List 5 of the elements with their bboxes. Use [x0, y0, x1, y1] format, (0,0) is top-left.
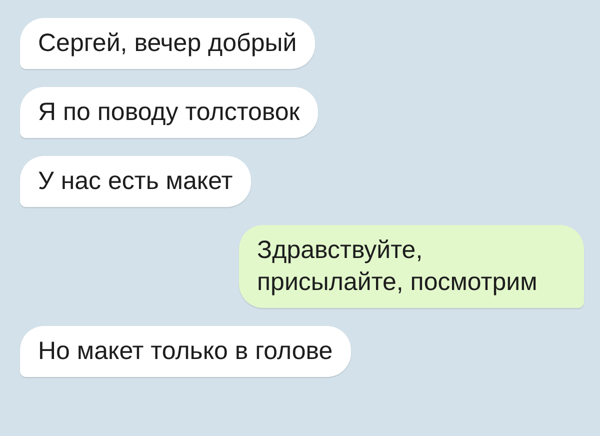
message-bubble: У нас есть макет	[20, 156, 251, 207]
message-bubble: Сергей, вечер добрый	[20, 18, 315, 69]
message-bubble: Я по поводу толстовок	[20, 87, 318, 138]
message-bubble: Здравствуйте, присылайте, посмотрим	[239, 225, 584, 308]
message-bubble: Но макет только в голове	[20, 326, 351, 377]
